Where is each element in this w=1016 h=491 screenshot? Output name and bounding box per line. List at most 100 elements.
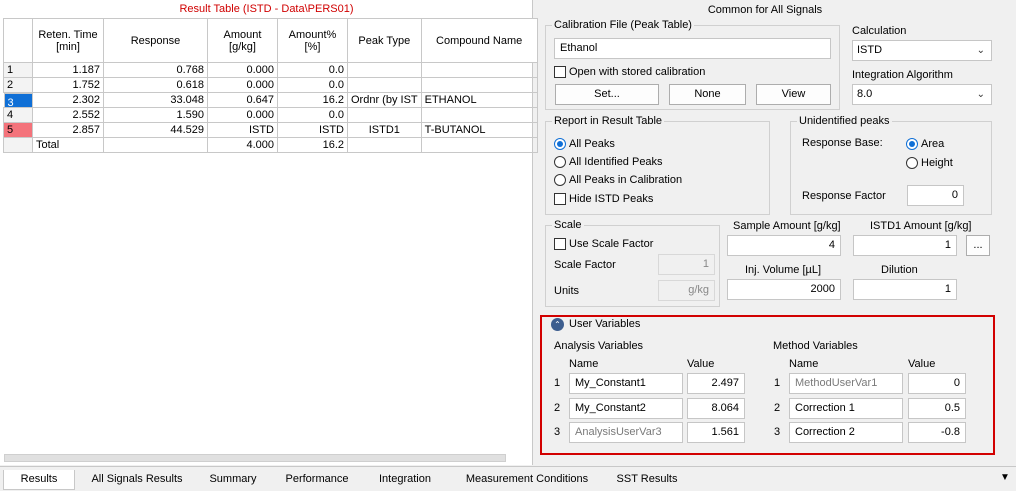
total-amount-percent: 16.2 (277, 137, 348, 153)
tab-measurement-conditions[interactable]: Measurement Conditions (453, 470, 601, 490)
sample-amount-input[interactable]: 4 (727, 235, 841, 256)
set-calibration-button[interactable]: Set... (555, 84, 659, 105)
column-header-compound-name[interactable]: Compound Name (420, 18, 538, 63)
dilution-label: Dilution (881, 264, 918, 276)
user-variables-title: User Variables (569, 318, 641, 330)
calibration-file-input[interactable]: Ethanol (554, 38, 831, 59)
open-stored-calibration-label: Open with stored calibration (569, 66, 706, 78)
cell-amount-percent: 16.2 (277, 92, 348, 108)
cell-peak-type (347, 62, 422, 78)
row-number[interactable]: 1 (3, 62, 33, 78)
integration-algorithm-select[interactable]: 8.0 ⌄ (852, 84, 992, 105)
analysis-var-value-input[interactable]: 2.497 (687, 373, 745, 394)
dilution-input[interactable]: 1 (853, 279, 957, 300)
method-var-name-input[interactable]: Correction 1 (789, 398, 903, 419)
column-header-amount[interactable]: Amount [g/kg] (207, 18, 278, 63)
response-factor-input[interactable]: 0 (907, 185, 964, 206)
radio-unselected[interactable] (906, 157, 918, 169)
table-row[interactable]: 4 2.552 1.590 0.000 0.0 (3, 107, 538, 123)
open-stored-calibration-checkbox[interactable]: Open with stored calibration (554, 66, 705, 78)
checkbox-box[interactable] (554, 193, 566, 205)
column-header-amount-percent[interactable]: Amount% [%] (277, 18, 348, 63)
analysis-name-header: Name (569, 358, 599, 370)
total-amount: 4.000 (207, 137, 278, 153)
analysis-var-value-input[interactable]: 8.064 (687, 398, 745, 419)
row-number-istd[interactable]: 5 (3, 122, 33, 138)
horizontal-scrollbar[interactable] (4, 454, 506, 462)
radio-unselected[interactable] (554, 156, 566, 168)
checkbox-box[interactable] (554, 66, 566, 78)
cell-response: 0.768 (103, 62, 208, 78)
hide-istd-peaks-label: Hide ISTD Peaks (569, 193, 654, 205)
none-calibration-button[interactable]: None (669, 84, 746, 105)
tab-all-signals-results[interactable]: All Signals Results (82, 470, 192, 490)
all-peaks-in-calibration-radio[interactable]: All Peaks in Calibration (554, 174, 682, 186)
method-var-value-input[interactable]: 0 (908, 373, 966, 394)
method-var-value-input[interactable]: -0.8 (908, 422, 966, 443)
cell-amount: 0.000 (207, 62, 278, 78)
inj-volume-label: Inj. Volume [µL] (745, 264, 822, 276)
cell-empty (103, 137, 208, 153)
calculation-label: Calculation (852, 25, 907, 37)
all-peaks-radio[interactable]: All Peaks (554, 138, 615, 150)
all-identified-peaks-radio[interactable]: All Identified Peaks (554, 156, 663, 168)
analysis-var-name-input[interactable]: My_Constant1 (569, 373, 683, 394)
column-header-response[interactable]: Response (103, 18, 208, 63)
analysis-row-number: 1 (554, 377, 561, 389)
cell-amount: 0.647 (207, 92, 278, 108)
table-row[interactable]: 3 2.302 33.048 0.647 16.2 Ordnr (by IST … (3, 92, 538, 108)
analysis-var-name-input[interactable]: My_Constant2 (569, 398, 683, 419)
row-number[interactable]: 2 (3, 77, 33, 93)
istd1-amount-input[interactable]: 1 (853, 235, 957, 256)
cell-retention-time: 2.302 (32, 92, 104, 108)
method-var-name-input[interactable]: Correction 2 (789, 422, 903, 443)
view-calibration-button[interactable]: View (756, 84, 831, 105)
column-header-peak-type[interactable]: Peak Type (347, 18, 422, 63)
analysis-row-number: 2 (554, 402, 561, 414)
checkbox-box[interactable] (554, 238, 566, 250)
analysis-var-name-input[interactable]: AnalysisUserVar3 (569, 422, 683, 443)
cell-retention-time: 1.187 (32, 62, 104, 78)
tab-summary[interactable]: Summary (200, 470, 266, 490)
response-factor-label: Response Factor (802, 190, 886, 202)
cell-amount-percent: ISTD (277, 122, 348, 138)
collapse-chevron-up-icon[interactable]: ⌃ (551, 318, 564, 331)
use-scale-factor-checkbox[interactable]: Use Scale Factor (554, 238, 653, 250)
row-number[interactable]: 4 (3, 107, 33, 123)
tab-results[interactable]: Results (3, 470, 75, 490)
cell-peak-type (347, 77, 422, 93)
area-radio[interactable]: Area (906, 138, 944, 150)
tab-performance[interactable]: Performance (277, 470, 357, 490)
scale-factor-input[interactable]: 1 (658, 254, 715, 275)
units-input[interactable]: g/kg (658, 280, 715, 301)
cell-amount: 0.000 (207, 77, 278, 93)
row-number-selected[interactable]: 3 (3, 93, 33, 108)
analysis-var-value-input[interactable]: 1.561 (687, 422, 745, 443)
cell-compound-name: T-BUTANOL (420, 122, 538, 138)
cell-response: 1.590 (103, 107, 208, 123)
radio-unselected[interactable] (554, 174, 566, 186)
table-row[interactable]: 5 2.857 44.529 ISTD ISTD ISTD1 T-BUTANOL (3, 122, 538, 138)
height-radio[interactable]: Height (906, 157, 953, 169)
radio-selected[interactable] (906, 138, 918, 150)
method-row-number: 3 (774, 426, 781, 438)
tab-sst-results[interactable]: SST Results (610, 470, 684, 490)
calculation-select[interactable]: ISTD ⌄ (852, 40, 992, 61)
inj-volume-input[interactable]: 2000 (727, 279, 841, 300)
tab-integration[interactable]: Integration (367, 470, 443, 490)
analysis-variables-label: Analysis Variables (554, 340, 644, 352)
height-label: Height (921, 157, 953, 169)
row-number-header[interactable] (3, 18, 33, 63)
method-var-name-input[interactable]: MethodUserVar1 (789, 373, 903, 394)
hide-istd-peaks-checkbox[interactable]: Hide ISTD Peaks (554, 193, 653, 205)
table-header-row: Reten. Time [min] Response Amount [g/kg]… (3, 18, 538, 63)
table-row[interactable]: 1 1.187 0.768 0.000 0.0 (3, 62, 538, 78)
column-header-retention-time[interactable]: Reten. Time [min] (32, 18, 104, 63)
radio-selected[interactable] (554, 138, 566, 150)
response-base-label: Response Base: (802, 137, 883, 149)
scale-label: Scale (552, 219, 584, 231)
method-var-value-input[interactable]: 0.5 (908, 398, 966, 419)
table-row[interactable]: 2 1.752 0.618 0.000 0.0 (3, 77, 538, 93)
tab-overflow-dropdown-icon[interactable]: ▼ (998, 472, 1012, 484)
istd-amount-more-button[interactable]: ... (966, 235, 990, 256)
